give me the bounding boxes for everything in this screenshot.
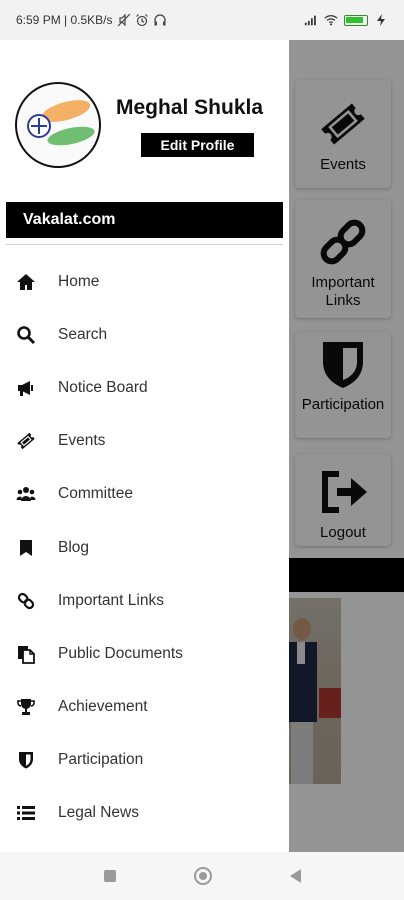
shield-icon	[15, 749, 37, 771]
menu-item-label: Achievement	[58, 698, 148, 716]
divider	[6, 244, 283, 245]
navigation-drawer: Meghal Shukla Edit Profile Vakalat.com H…	[0, 40, 289, 852]
battery-icon	[344, 14, 368, 26]
bookmark-icon	[15, 537, 37, 559]
menu-item-achievement[interactable]: Achievement	[0, 681, 289, 734]
headset-icon	[153, 14, 166, 26]
menu-item-label: Events	[58, 432, 106, 450]
menu-item-label: Public Documents	[58, 644, 183, 662]
status-time: 6:59 PM | 0.5KB/s	[16, 13, 113, 27]
menu-item-public-documents[interactable]: Public Documents	[0, 627, 289, 680]
menu-item-events[interactable]: Events	[0, 415, 289, 468]
alarm-icon	[135, 14, 148, 27]
drawer-scrim[interactable]	[289, 40, 404, 852]
menu-item-search[interactable]: Search	[0, 308, 289, 361]
menu-item-label: Important Links	[58, 591, 164, 609]
profile-name: Meghal Shukla	[116, 96, 264, 119]
megaphone-icon	[15, 377, 37, 399]
search-icon	[15, 324, 37, 346]
menu-item-legal-news[interactable]: Legal News	[0, 787, 289, 840]
home-button[interactable]	[193, 867, 212, 885]
menu-item-label: Blog	[58, 538, 90, 556]
documents-icon	[15, 643, 37, 665]
menu-item-label: Committee	[58, 485, 133, 503]
mute-icon	[117, 13, 130, 27]
menu-item-label: Legal News	[58, 804, 139, 822]
users-icon	[15, 483, 37, 505]
menu-item-label: Participation	[58, 751, 144, 769]
ticket-icon	[15, 430, 37, 452]
menu-item-blog[interactable]: Blog	[0, 521, 289, 574]
signal-icon	[304, 15, 316, 26]
menu-item-committee[interactable]: Committee	[0, 468, 289, 521]
menu-item-notice-board[interactable]: Notice Board	[0, 361, 289, 414]
avatar[interactable]	[15, 82, 101, 168]
edit-profile-button[interactable]: Edit Profile	[141, 133, 254, 157]
menu-item-home[interactable]: Home	[0, 255, 289, 308]
site-banner: Vakalat.com	[6, 202, 283, 238]
list-icon	[15, 802, 37, 824]
back-button[interactable]	[289, 869, 301, 883]
menu-item-important-links[interactable]: Important Links	[0, 574, 289, 627]
recents-button[interactable]	[103, 870, 116, 882]
link-icon	[15, 590, 37, 612]
system-nav-bar	[0, 852, 404, 900]
wifi-icon	[324, 15, 338, 26]
charging-icon	[377, 14, 385, 26]
home-icon	[15, 271, 37, 293]
menu-item-label: Search	[58, 325, 108, 343]
menu-item-participation[interactable]: Participation	[0, 734, 289, 787]
status-bar: 6:59 PM | 0.5KB/s	[0, 0, 404, 40]
menu-item-label: Notice Board	[58, 378, 148, 396]
trophy-icon	[15, 696, 37, 718]
drawer-menu: Home Search Notice Board Events Committe…	[0, 255, 289, 840]
menu-item-label: Home	[58, 272, 100, 290]
